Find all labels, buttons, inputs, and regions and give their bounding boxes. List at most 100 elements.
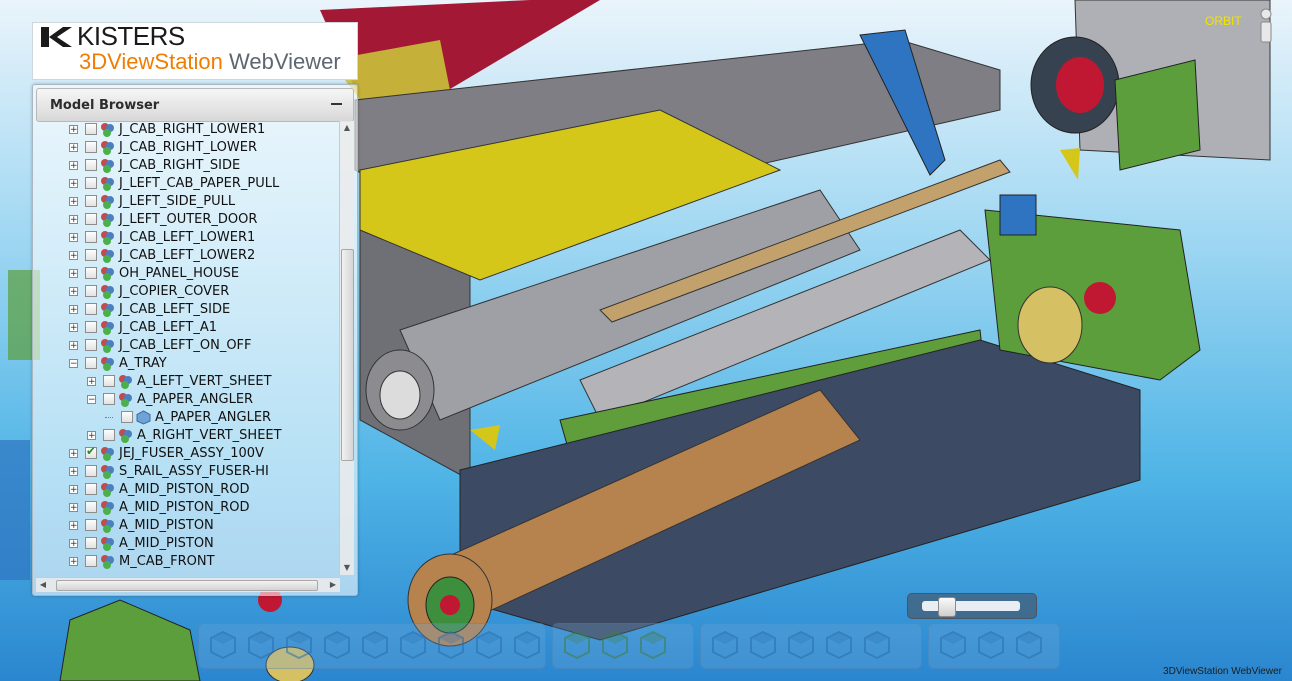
tree-item[interactable]: + A_LEFT_VERT_SHEET [33, 373, 339, 391]
horizontal-scrollbar[interactable]: ◀ ▶ [36, 577, 340, 592]
tree-item[interactable]: + J_LEFT_CAB_PAPER_PULL [33, 175, 339, 193]
view-top-button[interactable] [358, 628, 392, 662]
tree-item[interactable]: + A_MID_PISTON_ROD [33, 499, 339, 517]
expand-node-icon[interactable]: + [69, 467, 78, 477]
transparency-button[interactable] [860, 628, 894, 662]
expand-node-icon[interactable]: + [69, 161, 78, 171]
solid-render-button[interactable] [598, 628, 632, 662]
ghost-button[interactable] [974, 628, 1008, 662]
section-button[interactable] [784, 628, 818, 662]
expand-node-icon[interactable]: + [69, 323, 78, 333]
visibility-checkbox[interactable] [85, 444, 97, 459]
visibility-checkbox[interactable] [85, 483, 97, 495]
scroll-right-icon[interactable]: ▶ [326, 578, 340, 592]
tree-item[interactable]: + J_CAB_LEFT_A1 [33, 319, 339, 337]
explode-button[interactable] [822, 628, 856, 662]
cube-button[interactable] [936, 628, 970, 662]
visibility-checkbox[interactable] [85, 123, 97, 135]
expand-node-icon[interactable]: + [69, 143, 78, 153]
expand-node-icon[interactable]: + [69, 197, 78, 207]
tree-item[interactable]: + J_CAB_LEFT_LOWER1 [33, 229, 339, 247]
scroll-left-icon[interactable]: ◀ [36, 578, 50, 592]
visibility-checkbox[interactable] [85, 231, 97, 243]
view-right-button[interactable] [320, 628, 354, 662]
collapse-node-icon[interactable]: − [87, 395, 96, 405]
visibility-checkbox[interactable] [85, 357, 97, 369]
expand-node-icon[interactable]: + [87, 431, 96, 441]
tree-item[interactable]: + JEJ_FUSER_ASSY_100V [33, 444, 339, 463]
measure-button[interactable] [746, 628, 780, 662]
expand-node-icon[interactable]: + [69, 539, 78, 549]
scroll-up-icon[interactable]: ▲ [340, 121, 354, 135]
visibility-checkbox[interactable] [85, 267, 97, 279]
tree-item[interactable]: A_PAPER_ANGLER [33, 409, 339, 427]
vertical-scrollbar[interactable]: ▲ ▼ [339, 121, 354, 575]
info-button[interactable] [1254, 8, 1278, 44]
expand-node-icon[interactable]: + [69, 125, 78, 135]
tree-item[interactable]: + J_CAB_RIGHT_LOWER1 [33, 121, 339, 139]
tree-item[interactable]: + J_CAB_LEFT_LOWER2 [33, 247, 339, 265]
visibility-checkbox[interactable] [103, 393, 115, 405]
visibility-checkbox[interactable] [85, 321, 97, 333]
tree-item[interactable]: + J_CAB_LEFT_SIDE [33, 301, 339, 319]
tree-item[interactable]: + A_MID_PISTON [33, 535, 339, 553]
tree-item[interactable]: + S_RAIL_ASSY_FUSER-HI [33, 463, 339, 481]
visibility-checkbox[interactable] [85, 285, 97, 297]
zoom-box-button[interactable] [510, 628, 544, 662]
tree-item[interactable]: + M_CAB_FRONT [33, 553, 339, 571]
expand-node-icon[interactable]: + [69, 269, 78, 279]
view-front-button[interactable] [206, 628, 240, 662]
tree-item[interactable]: +C_FULL_LOWER [33, 571, 339, 573]
visibility-checkbox[interactable] [85, 555, 97, 567]
expand-node-icon[interactable]: + [69, 215, 78, 225]
tree-item[interactable]: + A_MID_PISTON [33, 517, 339, 535]
expand-node-icon[interactable]: + [87, 377, 96, 387]
expand-node-icon[interactable]: + [69, 233, 78, 243]
expand-node-icon[interactable]: + [69, 179, 78, 189]
visibility-checkbox[interactable] [85, 177, 97, 189]
tree-item[interactable]: + J_CAB_RIGHT_LOWER [33, 139, 339, 157]
expand-node-icon[interactable]: + [69, 521, 78, 531]
tree-item[interactable]: + A_RIGHT_VERT_SHEET [33, 427, 339, 445]
visibility-checkbox[interactable] [85, 249, 97, 261]
visibility-checkbox[interactable] [85, 195, 97, 207]
expand-node-icon[interactable]: + [69, 305, 78, 315]
tree-item[interactable]: + J_CAB_RIGHT_SIDE [33, 157, 339, 175]
expand-node-icon[interactable]: + [69, 251, 78, 261]
view-iso-button[interactable] [434, 628, 468, 662]
tree-item[interactable]: + J_COPIER_COVER [33, 283, 339, 301]
snapshot-button[interactable] [1012, 628, 1046, 662]
home-button[interactable] [560, 628, 594, 662]
tree-item[interactable]: − A_TRAY [33, 355, 339, 373]
visibility-checkbox[interactable] [85, 519, 97, 531]
zoom-slider[interactable] [907, 593, 1037, 619]
expand-node-icon[interactable]: + [69, 557, 78, 567]
visibility-checkbox[interactable] [103, 375, 115, 387]
collapse-panel-button[interactable] [330, 97, 344, 111]
zoom-slider-knob[interactable] [938, 597, 957, 617]
visibility-checkbox[interactable] [85, 339, 97, 351]
wireframe-render-button[interactable] [636, 628, 670, 662]
visibility-checkbox[interactable] [85, 213, 97, 225]
expand-node-icon[interactable]: + [69, 449, 78, 459]
visibility-checkbox[interactable] [85, 537, 97, 549]
tree-item[interactable]: + J_CAB_LEFT_ON_OFF [33, 337, 339, 355]
view-back-button[interactable] [244, 628, 278, 662]
tree-item[interactable]: + J_LEFT_OUTER_DOOR [33, 211, 339, 229]
visibility-checkbox[interactable] [85, 501, 97, 513]
tree-item[interactable]: + A_MID_PISTON_ROD [33, 481, 339, 499]
visibility-checkbox[interactable] [85, 465, 97, 477]
visibility-checkbox[interactable] [85, 303, 97, 315]
visibility-checkbox[interactable] [121, 411, 133, 423]
select-button[interactable] [708, 628, 742, 662]
horizontal-scroll-thumb[interactable] [56, 580, 318, 591]
expand-node-icon[interactable]: + [69, 503, 78, 513]
scroll-down-icon[interactable]: ▼ [340, 561, 354, 575]
expand-node-icon[interactable]: + [69, 485, 78, 495]
tree-item[interactable]: + J_LEFT_SIDE_PULL [33, 193, 339, 211]
expand-node-icon[interactable]: + [69, 287, 78, 297]
vertical-scroll-thumb[interactable] [341, 249, 354, 461]
model-browser-header[interactable]: Model Browser [36, 88, 354, 122]
zoom-slider-track[interactable] [922, 601, 1020, 611]
collapse-node-icon[interactable]: − [69, 359, 78, 369]
